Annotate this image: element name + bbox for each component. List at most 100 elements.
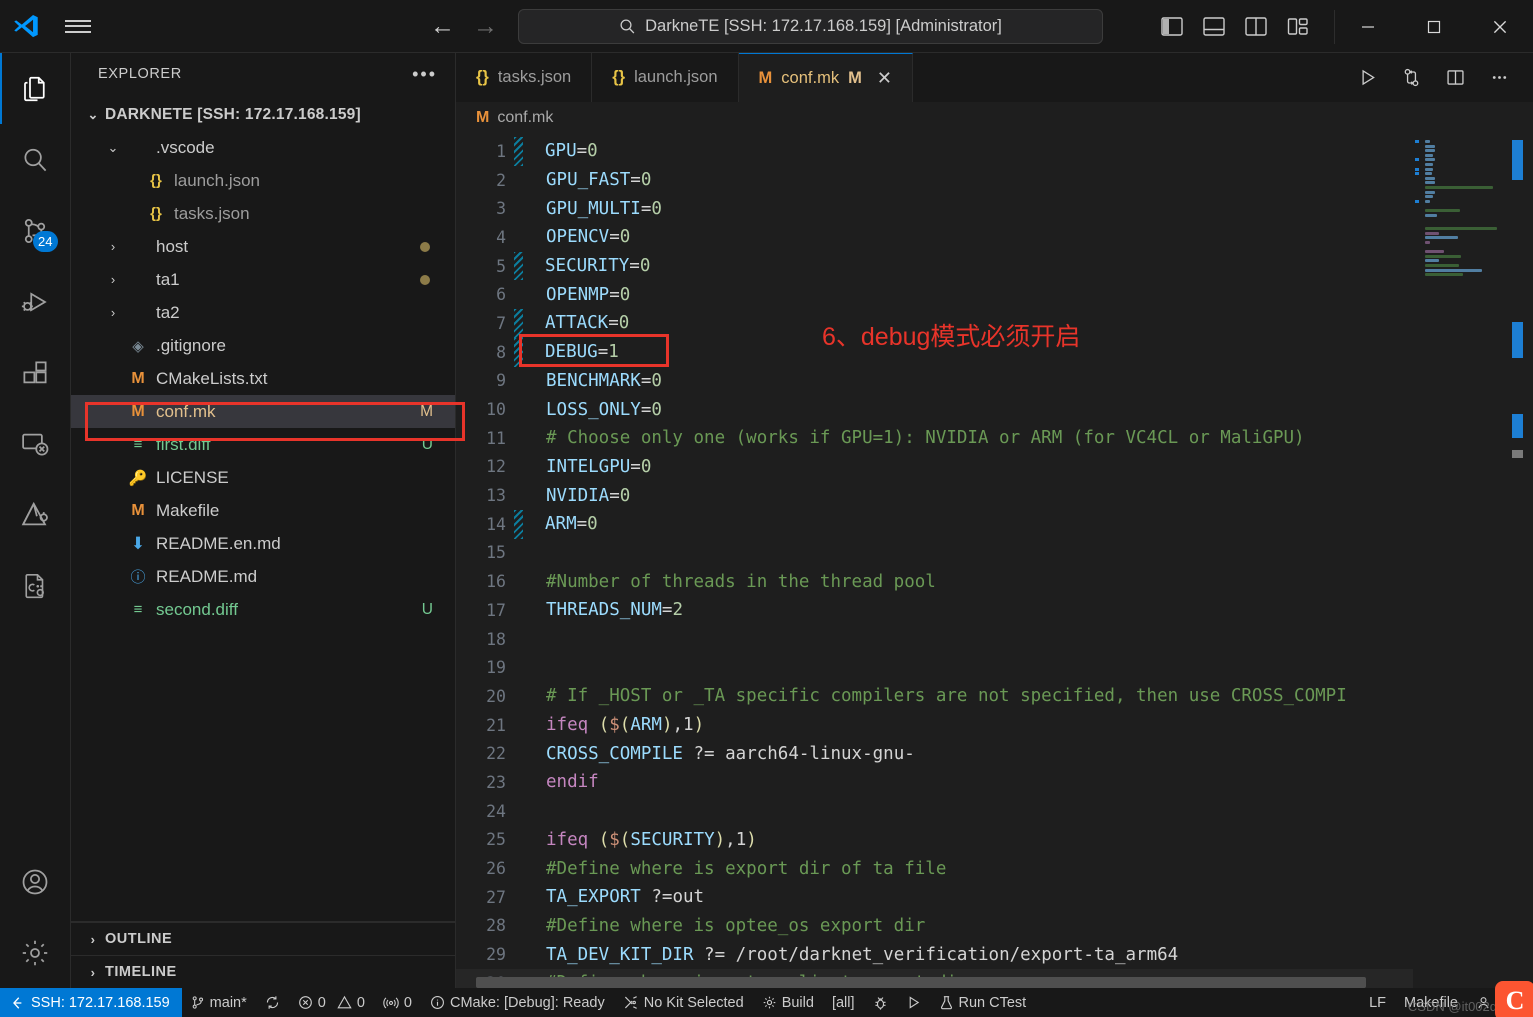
code-line-6[interactable]: 6 OPENMP=0 [456, 280, 1413, 309]
code-line-25[interactable]: 25 ifeq ($(SECURITY),1) [456, 826, 1413, 855]
code-line-10[interactable]: 10 LOSS_ONLY=0 [456, 395, 1413, 424]
tree-item-gitignore[interactable]: ◈ .gitignore [71, 329, 455, 362]
status-problems[interactable]: 0 0 [289, 988, 374, 1017]
activity-item-cpp-config[interactable] [0, 550, 71, 621]
code-line-16[interactable]: 16 #Number of threads in the thread pool [456, 567, 1413, 596]
code-line-15[interactable]: 15 [456, 539, 1413, 568]
activity-item-cmake[interactable] [0, 479, 71, 550]
code-line-13[interactable]: 13 NVIDIA=0 [456, 481, 1413, 510]
editor-tab-conf-mk[interactable]: Mconf.mk M ✕ [738, 53, 913, 102]
open-changes-button[interactable] [1399, 66, 1423, 90]
code-line-2[interactable]: 2 GPU_FAST=0 [456, 166, 1413, 195]
status-ctest[interactable]: Run CTest [930, 988, 1036, 1017]
editor-tab-label: tasks.json [497, 68, 572, 86]
status-branch[interactable]: main* [182, 988, 256, 1017]
tree-item-tasks-json[interactable]: {} tasks.json [71, 197, 455, 230]
activity-item-accounts[interactable] [0, 846, 71, 917]
toggle-panel-icon[interactable] [1200, 14, 1228, 40]
tree-item-launch-json[interactable]: {} launch.json [71, 164, 455, 197]
code-line-1[interactable]: 1 GPU=0 [456, 137, 1413, 166]
code-content[interactable]: 1 GPU=0 2 GPU_FAST=0 3 GPU_MULTI=0 4 OPENCV=0 5 S… [456, 134, 1413, 988]
tree-item-readme-en-md[interactable]: ⬇ README.en.md [71, 527, 455, 560]
code-line-4[interactable]: 4 OPENCV=0 [456, 223, 1413, 252]
workspace-root-row[interactable]: ⌄ DARKNETE [SSH: 172.17.168.159] [71, 98, 455, 131]
maximize-button[interactable] [1401, 0, 1467, 53]
status-ports[interactable]: 0 [374, 988, 421, 1017]
code-line-11[interactable]: 11 # Choose only one (works if GPU=1): NV… [456, 424, 1413, 453]
activity-item-remote-explorer[interactable] [0, 408, 71, 479]
code-line-23[interactable]: 23 endif [456, 768, 1413, 797]
code-line-28[interactable]: 28 #Define where is optee_os export dir [456, 912, 1413, 941]
activity-item-source-control[interactable]: 24 [0, 195, 71, 266]
sidebar-more-actions-icon[interactable]: ••• [412, 65, 437, 83]
tree-item-ta1[interactable]: › ta1 [71, 263, 455, 296]
md-dl-icon: ⬇ [130, 533, 146, 553]
tree-item-license[interactable]: 🔑 LICENSE [71, 461, 455, 494]
code-line-9[interactable]: 9 BENCHMARK=0 [456, 367, 1413, 396]
code-line-19[interactable]: 19 [456, 653, 1413, 682]
tree-item-ta2[interactable]: › ta2 [71, 296, 455, 329]
code-line-text: #Define where is optee_os export dir [546, 915, 926, 936]
tree-item-second-diff[interactable]: ≡ second.diff U [71, 593, 455, 626]
split-editor-button[interactable] [1443, 66, 1467, 90]
code-line-14[interactable]: 14 ARM=0 [456, 509, 1413, 539]
activity-item-extensions[interactable] [0, 337, 71, 408]
tree-item-readme-md[interactable]: ⓘ README.md [71, 560, 455, 593]
minimize-button[interactable] [1335, 0, 1401, 53]
toggle-secondary-sidebar-icon[interactable] [1242, 14, 1270, 40]
code-line-26[interactable]: 26 #Define where is export dir of ta file [456, 854, 1413, 883]
sidebar-section-outline[interactable]: › OUTLINE [71, 922, 455, 955]
customize-layout-icon[interactable] [1284, 14, 1312, 40]
status-build-target[interactable]: [all] [823, 988, 864, 1017]
command-center-search[interactable]: DarkneTE [SSH: 172.17.168.159] [Administ… [518, 9, 1103, 44]
code-line-3[interactable]: 3 GPU_MULTI=0 [456, 194, 1413, 223]
toggle-primary-sidebar-icon[interactable] [1158, 14, 1186, 40]
activity-item-run-and-debug[interactable] [0, 266, 71, 337]
more-editor-actions-button[interactable] [1487, 66, 1511, 90]
breadcrumb[interactable]: M conf.mk [456, 102, 1533, 134]
code-editor[interactable]: 1 GPU=0 2 GPU_FAST=0 3 GPU_MULTI=0 4 OPENCV=0 5 S… [456, 134, 1533, 988]
editor-tab-tasks-json[interactable]: {} tasks.json [456, 53, 593, 102]
code-line-27[interactable]: 27 TA_EXPORT ?=out [456, 883, 1413, 912]
code-line-7[interactable]: 7 ATTACK=0 [456, 309, 1413, 338]
tree-item-makefile[interactable]: M Makefile [71, 494, 455, 527]
status-launch-target[interactable] [897, 988, 930, 1017]
tree-item-first-diff[interactable]: ≡ first.diff U [71, 428, 455, 461]
status-debug-target[interactable] [864, 988, 897, 1017]
code-line-21[interactable]: 21 ifeq ($(ARM),1) [456, 711, 1413, 740]
tree-item-host[interactable]: › host [71, 230, 455, 263]
tree-item-conf-mk[interactable]: Mconf.mk M [71, 395, 455, 428]
code-line-18[interactable]: 18 [456, 625, 1413, 654]
editor-horizontal-scrollbar[interactable] [476, 977, 1366, 988]
code-line-8[interactable]: 8 DEBUG=1 [456, 337, 1413, 367]
menu-hamburger-button[interactable] [52, 0, 104, 53]
code-line-17[interactable]: 17 THREADS_NUM=2 [456, 596, 1413, 625]
sidebar-section-timeline[interactable]: › TIMELINE [71, 955, 455, 988]
tree-item-cmakelists-txt[interactable]: M CMakeLists.txt [71, 362, 455, 395]
status-remote-host[interactable]: SSH: 172.17.168.159 [0, 988, 182, 1017]
code-line-12[interactable]: 12 INTELGPU=0 [456, 453, 1413, 482]
code-line-5[interactable]: 5 SECURITY=0 [456, 251, 1413, 281]
status-kit[interactable]: No Kit Selected [614, 988, 753, 1017]
code-line-29[interactable]: 29 TA_DEV_KIT_DIR ?= /root/darknet_verifi… [456, 940, 1413, 969]
activity-item-search[interactable] [0, 124, 71, 195]
editor-minimap[interactable] [1413, 134, 1533, 988]
forward-arrow-icon[interactable]: → [473, 14, 498, 39]
status-cmake[interactable]: CMake: [Debug]: Ready [421, 988, 614, 1017]
run-file-button[interactable] [1355, 66, 1379, 90]
back-arrow-icon[interactable]: ← [430, 14, 455, 39]
status-eol[interactable]: LF [1360, 988, 1395, 1017]
close-button[interactable] [1467, 0, 1533, 53]
tree-item-vscode[interactable]: ⌄ .vscode [71, 131, 455, 164]
editor-tab-launch-json[interactable]: {} launch.json [592, 53, 739, 102]
status-build[interactable]: Build [753, 988, 823, 1017]
code-line-24[interactable]: 24 [456, 797, 1413, 826]
editor-tab-label: launch.json [634, 68, 718, 86]
code-line-20[interactable]: 20 # If _HOST or _TA specific compilers a… [456, 682, 1413, 711]
status-sync-changes[interactable] [256, 988, 289, 1017]
status-language-mode[interactable]: Makefile [1395, 988, 1467, 1017]
activity-item-settings[interactable] [0, 917, 71, 988]
activity-item-explorer[interactable] [0, 53, 71, 124]
code-line-22[interactable]: 22 CROSS_COMPILE ?= aarch64-linux-gnu- [456, 739, 1413, 768]
editor-tab-close-icon[interactable]: ✕ [877, 68, 892, 89]
